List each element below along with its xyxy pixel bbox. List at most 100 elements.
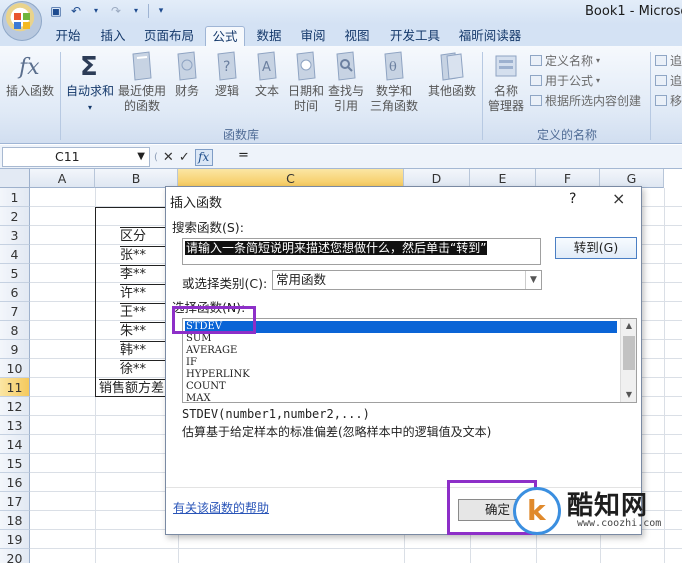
- datetime-button[interactable]: 日期和 时间: [286, 50, 326, 114]
- window-title: Book1 - Microso: [585, 4, 682, 19]
- dropdown-icon[interactable]: ▾: [128, 3, 144, 19]
- svg-text:fx: fx: [17, 55, 40, 80]
- tag-icon: [530, 55, 542, 66]
- more-functions-icon: [440, 52, 464, 81]
- create-from-selection-button[interactable]: 根据所选内容创建: [530, 92, 641, 109]
- tab-formulas[interactable]: 公式: [205, 26, 245, 46]
- financial-button[interactable]: 财务: [170, 50, 204, 99]
- select-all-corner[interactable]: [0, 169, 30, 188]
- name-manager-line1: 名称: [493, 84, 518, 98]
- autosum-button[interactable]: Σ 自动求和 ▾: [62, 50, 118, 115]
- row-header-2[interactable]: 2: [0, 207, 30, 226]
- customize-qat-icon[interactable]: ▾: [153, 3, 169, 19]
- row-header-15[interactable]: 15: [0, 454, 30, 473]
- name-manager-line2: 管理器: [487, 99, 524, 113]
- row-header-10[interactable]: 10: [0, 359, 30, 378]
- function-item-hyperlink[interactable]: HYPERLINK: [185, 369, 617, 381]
- row-header-11[interactable]: 11: [0, 378, 30, 397]
- row-header-13[interactable]: 13: [0, 416, 30, 435]
- logical-button[interactable]: ? 逻辑: [210, 50, 244, 99]
- save-icon[interactable]: ▣: [48, 3, 64, 19]
- go-button[interactable]: 转到(G): [555, 237, 637, 259]
- enter-icon[interactable]: ✓: [179, 150, 190, 165]
- grid-line: [30, 548, 682, 549]
- separator: [650, 52, 651, 140]
- function-item-average[interactable]: AVERAGE: [185, 345, 617, 357]
- formula-bar-grip-icon: (: [154, 151, 158, 163]
- name-manager-button[interactable]: 名称 管理器: [484, 50, 528, 114]
- row-header-14[interactable]: 14: [0, 435, 30, 454]
- close-icon[interactable]: ×: [612, 189, 625, 208]
- scroll-down-icon[interactable]: ▼: [621, 388, 636, 402]
- row-header-16[interactable]: 16: [0, 473, 30, 492]
- tab-insert[interactable]: 插入: [96, 26, 130, 46]
- tab-developer[interactable]: 开发工具: [384, 26, 446, 46]
- row-header-8[interactable]: 8: [0, 321, 30, 340]
- fx-icon[interactable]: fx: [194, 148, 213, 166]
- watermark-logo-icon: k: [513, 487, 561, 535]
- column-header-a[interactable]: A: [30, 169, 95, 188]
- tab-view[interactable]: 视图: [340, 26, 374, 46]
- row-header-12[interactable]: 12: [0, 397, 30, 416]
- office-button[interactable]: [2, 1, 42, 41]
- lookup-line2: 引用: [333, 99, 358, 113]
- create-from-selection-label: 根据所选内容创建: [545, 94, 642, 108]
- chevron-down-icon[interactable]: ▼: [525, 271, 541, 289]
- other-functions-button[interactable]: 其他函数: [426, 50, 478, 99]
- quick-access-toolbar: ▣ ↶ ▾ ↷ ▾ ▾: [48, 3, 169, 19]
- function-description: 估算基于给定样本的标准偏差(忽略样本中的逻辑值及文本): [182, 425, 492, 439]
- use-in-formula-button[interactable]: 用于公式 ▾: [530, 72, 600, 89]
- recently-used-button[interactable]: 最近使用 的函数: [116, 50, 168, 114]
- scroll-up-icon[interactable]: ▲: [621, 319, 636, 333]
- financial-label: 财务: [174, 84, 199, 98]
- text-label: 文本: [254, 84, 279, 98]
- tab-home[interactable]: 开始: [48, 26, 88, 46]
- trace-dependents-button[interactable]: 追: [655, 72, 682, 89]
- lookup-reference-button[interactable]: 查找与 引用: [326, 50, 366, 114]
- row-header-9[interactable]: 9: [0, 340, 30, 359]
- row-header-3[interactable]: 3: [0, 226, 30, 245]
- math-trig-button[interactable]: θ 数学和 三角函数: [368, 50, 420, 114]
- remove-arrows-label: 移: [670, 94, 682, 108]
- cancel-icon[interactable]: ✕: [163, 150, 174, 165]
- function-item-sum[interactable]: SUM: [185, 333, 617, 345]
- row-header-19[interactable]: 19: [0, 530, 30, 549]
- dropdown-icon[interactable]: ▾: [88, 3, 104, 19]
- dropdown-icon: ▾: [87, 103, 92, 112]
- row-header-20[interactable]: 20: [0, 549, 30, 563]
- function-item-if[interactable]: IF: [185, 357, 617, 369]
- redo-icon[interactable]: ↷: [108, 3, 124, 19]
- undo-icon[interactable]: ↶: [68, 3, 84, 19]
- tab-foxit-reader[interactable]: 福昕阅读器: [452, 26, 528, 46]
- function-list-scrollbar[interactable]: ▲ ▼: [620, 319, 636, 402]
- remove-arrows-button[interactable]: 移: [655, 92, 682, 109]
- define-name-button[interactable]: 定义名称 ▾: [530, 52, 600, 69]
- function-item-count[interactable]: COUNT: [185, 381, 617, 393]
- name-box[interactable]: C11 ▼: [2, 147, 150, 167]
- scroll-thumb[interactable]: [623, 336, 635, 370]
- function-help-link[interactable]: 有关该函数的帮助: [173, 499, 269, 516]
- help-icon[interactable]: ?: [569, 191, 576, 207]
- chevron-down-icon[interactable]: ▼: [137, 148, 145, 166]
- row-header-1[interactable]: 1: [0, 188, 30, 207]
- row-header-6[interactable]: 6: [0, 283, 30, 302]
- formula-icon: [530, 75, 542, 86]
- text-button[interactable]: A 文本: [250, 50, 284, 99]
- row-header-5[interactable]: 5: [0, 264, 30, 283]
- name-box-value: C11: [55, 149, 80, 164]
- formula-input[interactable]: =: [238, 148, 249, 163]
- tab-page-layout[interactable]: 页面布局: [138, 26, 200, 46]
- row-header-7[interactable]: 7: [0, 302, 30, 321]
- tab-review[interactable]: 审阅: [296, 26, 330, 46]
- search-label: 搜索函数(S):: [172, 220, 244, 235]
- insert-function-button[interactable]: fx 插入函数: [4, 50, 56, 99]
- row-header-18[interactable]: 18: [0, 511, 30, 530]
- trace-precedents-button[interactable]: 追: [655, 52, 682, 69]
- tab-data[interactable]: 数据: [252, 26, 286, 46]
- ribbon-tabs: 开始 插入 页面布局 公式 数据 审阅 视图 开发工具 福昕阅读器: [0, 24, 682, 46]
- row-header-4[interactable]: 4: [0, 245, 30, 264]
- search-input[interactable]: 请输入一条简短说明来描述您想做什么，然后单击“转到”: [182, 238, 541, 265]
- row-header-17[interactable]: 17: [0, 492, 30, 511]
- category-select[interactable]: 常用函数 ▼: [272, 270, 542, 290]
- function-item-max[interactable]: MAX: [185, 393, 617, 402]
